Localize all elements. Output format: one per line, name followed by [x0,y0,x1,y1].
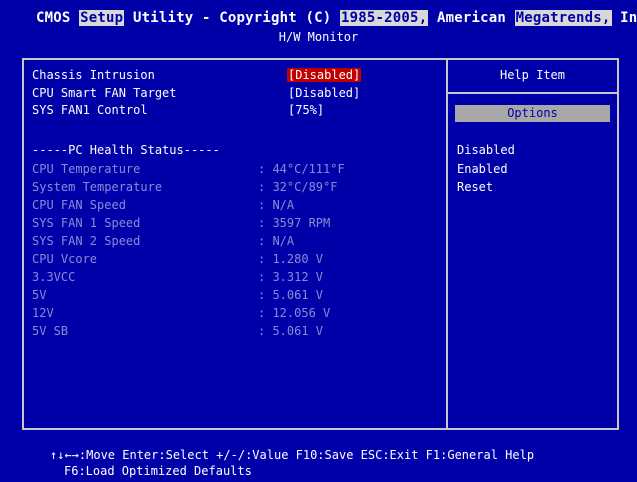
header: CMOS Setup Utility - Copyright (C) 1985-… [0,0,637,50]
setting-chassis-intrusion-label: Chassis Intrusion [32,68,155,82]
pc-health-status-title: -----PC Health Status----- [32,143,220,157]
title-inc: Inc. [620,10,637,26]
sys-fan1-speed-value: : 3597 RPM [258,216,331,230]
setting-cpu-smart-fan-target-value[interactable]: [Disabled] [288,86,360,100]
5v-value: : 5.061 V [258,288,324,302]
5v-sb-value: : 5.061 V [258,324,324,338]
cpu-fan-speed-label: CPU FAN Speed [32,198,126,212]
help-item-title: Help Item [499,68,566,82]
footer-key-help: ↑↓←→:Move Enter:Select +/-/:Value F10:Sa… [50,448,535,462]
help-separator [448,92,617,94]
12v-label: 12V [32,306,54,320]
page-subtitle: H/W Monitor [278,30,359,44]
option-reset[interactable]: Reset [457,180,493,194]
title-copyright: Utility - Copyright (C) [124,10,341,26]
title-megatrends-highlight: Megatrends, [514,10,612,26]
footer-load-defaults: F6:Load Optimized Defaults [64,464,252,478]
5v-sb-label: 5V SB [32,324,69,338]
option-disabled[interactable]: Disabled [457,143,515,157]
cpu-temperature-value: : 44°C/111°F [258,162,345,176]
system-temperature-value: : 32°C/89°F [258,180,338,194]
setting-sys-fan1-control-value[interactable]: [75%] [288,103,324,117]
sys-fan1-speed-label: SYS FAN 1 Speed [32,216,141,230]
3-3vcc-label: 3.3VCC [32,270,76,284]
sys-fan2-speed-value: : N/A [258,234,295,248]
setting-sys-fan1-control-label: SYS FAN1 Control [32,103,148,117]
cpu-temperature-label: CPU Temperature [32,162,141,176]
sys-fan2-speed-label: SYS FAN 2 Speed [32,234,141,248]
12v-value: : 12.056 V [258,306,331,320]
title-setup-highlight: Setup [79,10,125,26]
title-american: American [428,10,515,26]
cpu-vcore-value: : 1.280 V [258,252,324,266]
3-3vcc-value: : 3.312 V [258,270,324,284]
setting-chassis-intrusion-value[interactable]: [Disabled] [287,68,362,82]
window-title: CMOS Setup Utility - Copyright (C) 1985-… [36,10,637,26]
title-years-highlight: 1985-2005, [340,10,429,26]
options-header: Options [455,105,610,122]
system-temperature-label: System Temperature [32,180,163,194]
option-enabled[interactable]: Enabled [457,162,508,176]
panel-divider [446,58,448,430]
cpu-fan-speed-value: : N/A [258,198,295,212]
cpu-vcore-label: CPU Vcore [32,252,98,266]
title-cmos: CMOS [36,10,80,26]
setting-cpu-smart-fan-target-label: CPU Smart FAN Target [32,86,177,100]
5v-label: 5V [32,288,47,302]
